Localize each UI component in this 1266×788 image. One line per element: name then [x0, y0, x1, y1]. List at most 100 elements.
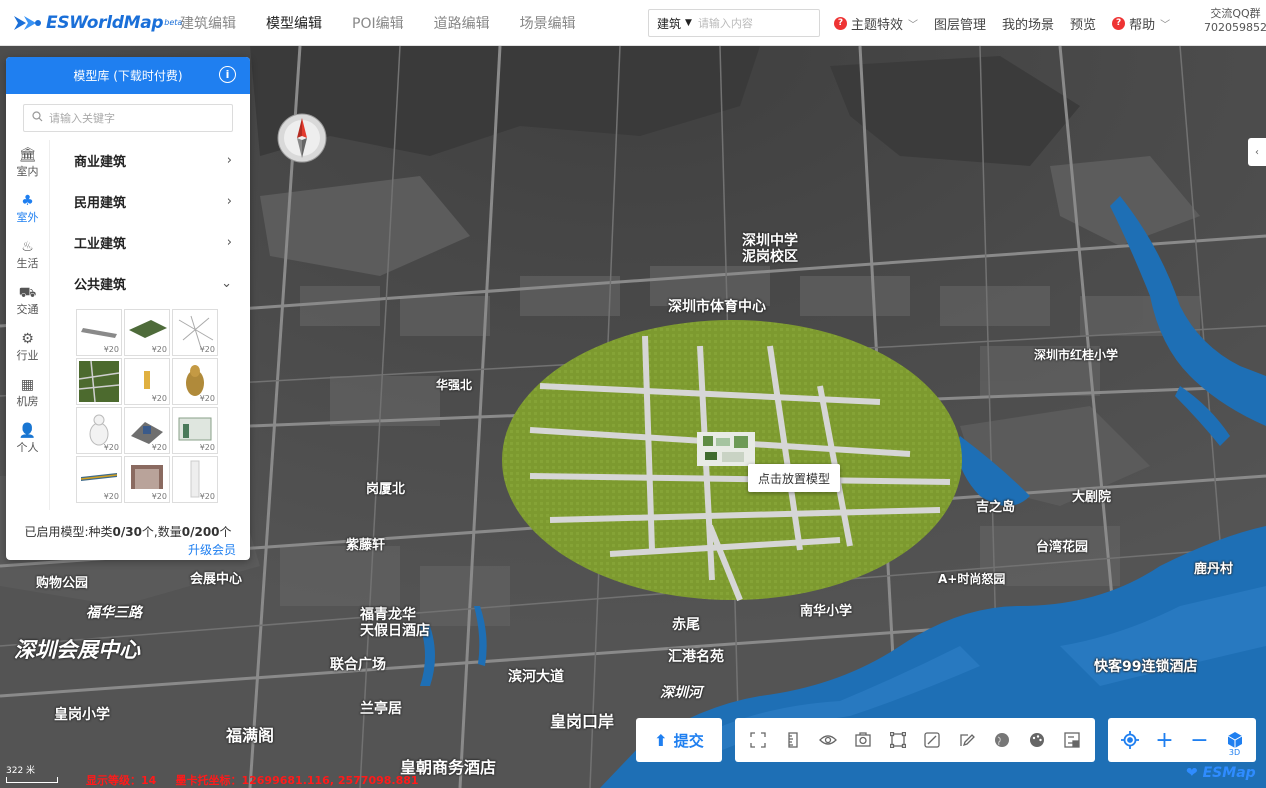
side-tab-label: 室外 — [16, 211, 39, 224]
search-input[interactable] — [697, 16, 798, 30]
edit-toolbar — [735, 718, 1095, 762]
side-tab-indoor[interactable]: 🏛 室内 — [6, 140, 49, 186]
chevron-down-icon: ⌄ — [221, 276, 232, 291]
theme-effects-menu[interactable]: ? 主题特效 ﹀ — [834, 14, 918, 33]
model-price: ¥20 — [151, 443, 167, 452]
select-area-icon[interactable] — [885, 727, 911, 753]
model-thumbnail[interactable]: ¥20 — [124, 456, 170, 503]
map-label: 南华小学 — [800, 604, 853, 619]
submit-button[interactable]: ⬆ 提交 — [636, 718, 722, 762]
zoom-level-text: 显示等级：14 — [86, 774, 157, 787]
model-thumbnail[interactable]: ¥20 — [124, 358, 170, 405]
model-price: ¥20 — [103, 443, 119, 452]
map-label: 皇岗口岸 — [550, 712, 615, 731]
summary-prefix: 已启用模型:种类 — [24, 525, 113, 539]
map-label: 滨河大道 — [508, 669, 564, 685]
map-label: 快客99连锁酒店 — [1094, 659, 1198, 675]
map-label: 深圳市红桂小学 — [1034, 348, 1119, 362]
question-icon: ? — [1112, 16, 1126, 30]
scale-bar: 322 米 — [6, 763, 58, 783]
map-label: 深圳河 — [660, 685, 702, 701]
camera-icon[interactable] — [850, 727, 876, 753]
model-library-panel: 模型库 (下载时付费) i 🏛 室内 ♣ 室外 ♨ 生活 ⛟ 交通 ⚙ 行业 — [6, 57, 250, 560]
nav-scene-edit[interactable]: 场景编辑 — [520, 13, 576, 33]
palette-icon[interactable] — [1024, 727, 1050, 753]
model-thumbnail[interactable]: ¥20 — [172, 407, 218, 454]
right-panel-toggle[interactable]: ‹ — [1248, 138, 1266, 166]
side-tab-server-room[interactable]: ▦ 机房 — [6, 370, 49, 416]
mercator-coordinate-text: 墨卡托坐标：12699681.116, 2577098.881 — [175, 774, 419, 787]
my-scenes-button[interactable]: 我的场景 — [1002, 14, 1054, 33]
nav-road-edit[interactable]: 道路编辑 — [434, 13, 490, 33]
map-label: 购物公园 — [36, 576, 89, 591]
zoom-in-icon[interactable]: + — [1151, 725, 1179, 755]
map-label: 兰亭居 — [360, 701, 402, 717]
model-thumbnail[interactable]: ¥20 — [76, 407, 122, 454]
fullscreen-icon[interactable] — [745, 727, 771, 753]
map-label: 联合广场 — [330, 657, 386, 673]
nav-poi-edit[interactable]: POI编辑 — [352, 13, 404, 33]
eye-icon[interactable] — [815, 727, 841, 753]
upload-arrow-icon: ⬆ — [654, 730, 668, 750]
panel-search-box — [23, 104, 233, 132]
compass-icon[interactable] — [276, 112, 328, 164]
category-commercial[interactable]: 商业建筑 › — [58, 140, 242, 181]
category-public[interactable]: 公共建筑 ⌄ — [58, 263, 242, 304]
category-label: 公共建筑 — [74, 278, 127, 293]
panel-header: 模型库 (下载时付费) i — [6, 57, 250, 94]
pen-edit-icon[interactable] — [954, 727, 980, 753]
chevron-right-icon: › — [226, 194, 232, 209]
zoom-out-icon[interactable]: − — [1186, 725, 1214, 755]
category-industrial[interactable]: 工业建筑 › — [58, 222, 242, 263]
model-price: ¥20 — [151, 345, 167, 354]
model-thumbnail[interactable]: ¥20 — [172, 456, 218, 503]
layer-manage-button[interactable]: 图层管理 — [934, 14, 986, 33]
side-tab-personal[interactable]: 👤 个人 — [6, 416, 49, 462]
nav-model-edit[interactable]: 模型编辑 — [266, 13, 322, 33]
nav-building-edit[interactable]: 建筑编辑 — [180, 13, 236, 33]
model-price: ¥20 — [199, 394, 215, 403]
model-thumbnail[interactable]: ¥20 — [76, 309, 122, 356]
side-tabs: 🏛 室内 ♣ 室外 ♨ 生活 ⛟ 交通 ⚙ 行业 ▦ 机房 👤 个人 — [6, 140, 50, 510]
map-label: 皇岗小学 — [54, 707, 110, 723]
side-tab-outdoor[interactable]: ♣ 室外 — [6, 186, 49, 232]
search-icon — [32, 110, 43, 126]
model-price: ¥20 — [103, 345, 119, 354]
preview-button[interactable]: 预览 — [1070, 14, 1096, 33]
ruler-icon[interactable] — [780, 727, 806, 753]
esmap-brand: ❤ ESMap — [1186, 765, 1256, 781]
side-tab-traffic[interactable]: ⛟ 交通 — [6, 278, 49, 324]
save-scene-icon[interactable] — [1059, 727, 1085, 753]
map-label: 吉之岛 — [976, 500, 1016, 515]
upgrade-membership-link[interactable]: 升级会员 — [188, 541, 236, 558]
search-category-select[interactable]: 建筑 ▼ — [649, 15, 698, 32]
model-price: ¥20 — [103, 492, 119, 501]
info-icon[interactable]: i — [219, 66, 236, 83]
summary-kinds: 0/30 — [112, 525, 142, 539]
model-thumbnail[interactable]: ¥20 — [124, 407, 170, 454]
map-label: 岗厦北 — [366, 482, 406, 497]
model-thumbnail[interactable]: ¥20 — [76, 456, 122, 503]
locate-icon[interactable] — [1116, 725, 1144, 755]
side-tab-life[interactable]: ♨ 生活 — [6, 232, 49, 278]
map-label: 鹿丹村 — [1194, 562, 1234, 577]
globe-icon[interactable] — [989, 727, 1015, 753]
view-3d-icon[interactable]: 3D — [1221, 725, 1249, 757]
help-menu[interactable]: ? 帮助 ﹀ — [1112, 14, 1170, 33]
category-residential[interactable]: 民用建筑 › — [58, 181, 242, 222]
edit-shape-icon[interactable] — [919, 727, 945, 753]
model-thumbnail[interactable] — [76, 358, 122, 405]
server-icon: ▦ — [20, 377, 35, 393]
side-tab-label: 机房 — [16, 395, 39, 408]
model-thumbnail[interactable]: ¥20 — [172, 309, 218, 356]
model-thumbnail[interactable]: ¥20 — [172, 358, 218, 405]
logo[interactable]: ESWorldMap beta — [12, 12, 182, 34]
side-tab-industry[interactable]: ⚙ 行业 — [6, 324, 49, 370]
top-bar: ESWorldMap beta 建筑编辑 模型编辑 POI编辑 道路编辑 场景编… — [0, 0, 1266, 46]
model-price: ¥20 — [199, 492, 215, 501]
brand-text: ESMap — [1202, 765, 1256, 781]
panel-search-input[interactable] — [49, 111, 219, 125]
map-label: 泥岗校区 — [742, 249, 798, 265]
model-thumbnail[interactable]: ¥20 — [124, 309, 170, 356]
navigation-toolbar: + − 3D — [1108, 718, 1256, 762]
